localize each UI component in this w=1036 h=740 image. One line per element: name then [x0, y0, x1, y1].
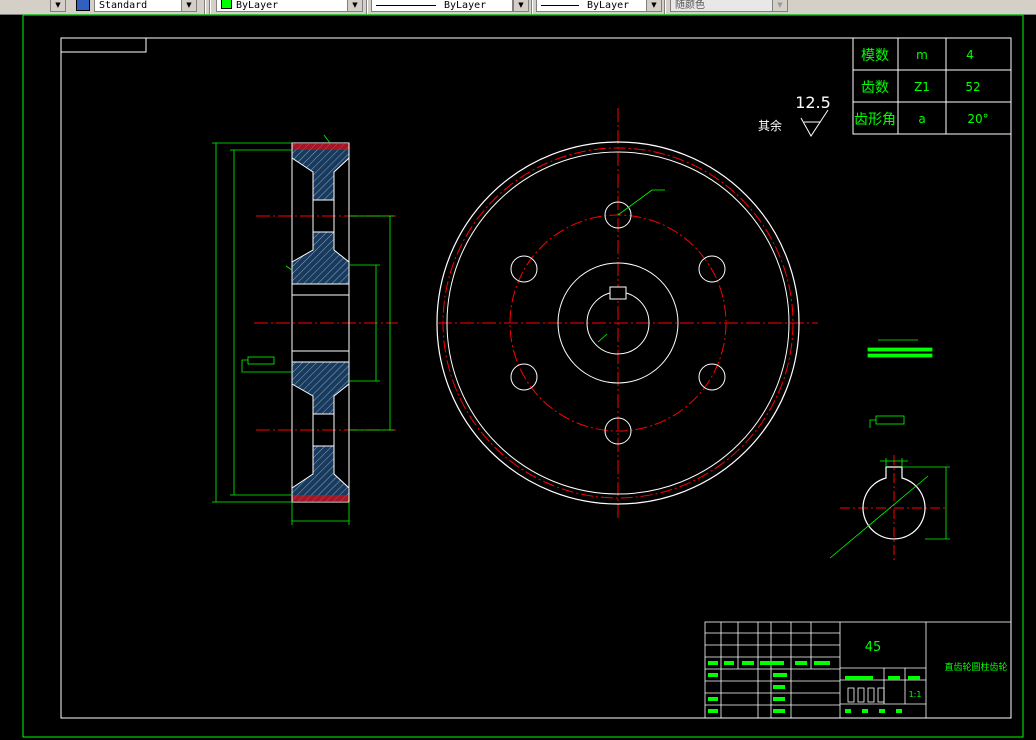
param-value-module: 4: [966, 48, 974, 62]
properties-toolbar: ▼ Standard ▼ ByLayer ▼ ByLayer ▼ ByLayer…: [0, 0, 1036, 15]
plot-style-value: 随颜色: [675, 0, 705, 11]
toolbar-separator: [209, 0, 211, 14]
drawing-name-text: 直齿轮圆柱齿轮: [944, 661, 1007, 673]
lineweight-value: ByLayer: [587, 0, 630, 11]
gear-parameter-table: 模数 m 4 齿数 Z1 52 齿形角 a 20°: [852, 37, 1012, 135]
color-swatch-icon: [221, 0, 232, 9]
code-box: [60, 37, 147, 53]
scale-text: 1:1: [909, 690, 922, 699]
param-symbol-teeth: Z1: [914, 80, 930, 94]
param-label-module: 模数: [861, 48, 889, 64]
linetype-sample-icon: [376, 4, 436, 6]
lineweight-select[interactable]: ByLayer: [536, 0, 650, 12]
param-label-teeth: 齿数: [861, 80, 889, 96]
lineweight-arrow-icon[interactable]: ▼: [646, 0, 662, 12]
toolbar-separator: [664, 0, 666, 14]
gear-front-view: [436, 108, 818, 520]
text-style-select[interactable]: Standard: [94, 0, 182, 12]
param-symbol-angle: a: [918, 112, 925, 126]
linetype-arrow-icon[interactable]: ▼: [513, 0, 529, 12]
roughness-value: 12.5: [795, 93, 831, 112]
inner-frame: [60, 37, 1012, 719]
text-style-arrow-icon[interactable]: ▼: [181, 0, 197, 12]
plot-style-select: 随颜色: [670, 0, 788, 12]
roughness-label: 其余: [758, 118, 782, 133]
linetype-value: ByLayer: [444, 0, 487, 11]
color-select[interactable]: ByLayer: [216, 0, 348, 12]
material-text: 45: [865, 640, 882, 655]
text-style-icon: [76, 0, 90, 11]
plot-style-arrow-icon: ▼: [772, 0, 788, 12]
lineweight-sample-icon: [541, 4, 579, 6]
param-label-angle: 齿形角: [854, 112, 896, 128]
toolbar-separator: [204, 0, 206, 14]
dropdown-arrow-icon[interactable]: ▼: [50, 0, 66, 12]
drawing-canvas[interactable]: 模数 m 4 齿数 Z1 52 齿形角 a 20° 12.5 其余 45 直齿轮…: [0, 14, 1036, 740]
param-value-angle: 20°: [967, 112, 988, 126]
toolbar-separator: [531, 0, 533, 14]
surface-roughness-symbol: 12.5 其余: [758, 93, 831, 137]
toolbar-separator: [366, 0, 368, 14]
param-value-teeth: 52: [965, 80, 980, 94]
color-value: ByLayer: [236, 0, 279, 11]
text-style-value: Standard: [99, 0, 148, 11]
keyway-detail-view: [829, 339, 950, 560]
param-symbol-module: m: [916, 48, 928, 62]
linetype-select[interactable]: ByLayer: [371, 0, 513, 12]
color-arrow-icon[interactable]: ▼: [347, 0, 363, 12]
section-dimensions: [212, 134, 394, 525]
